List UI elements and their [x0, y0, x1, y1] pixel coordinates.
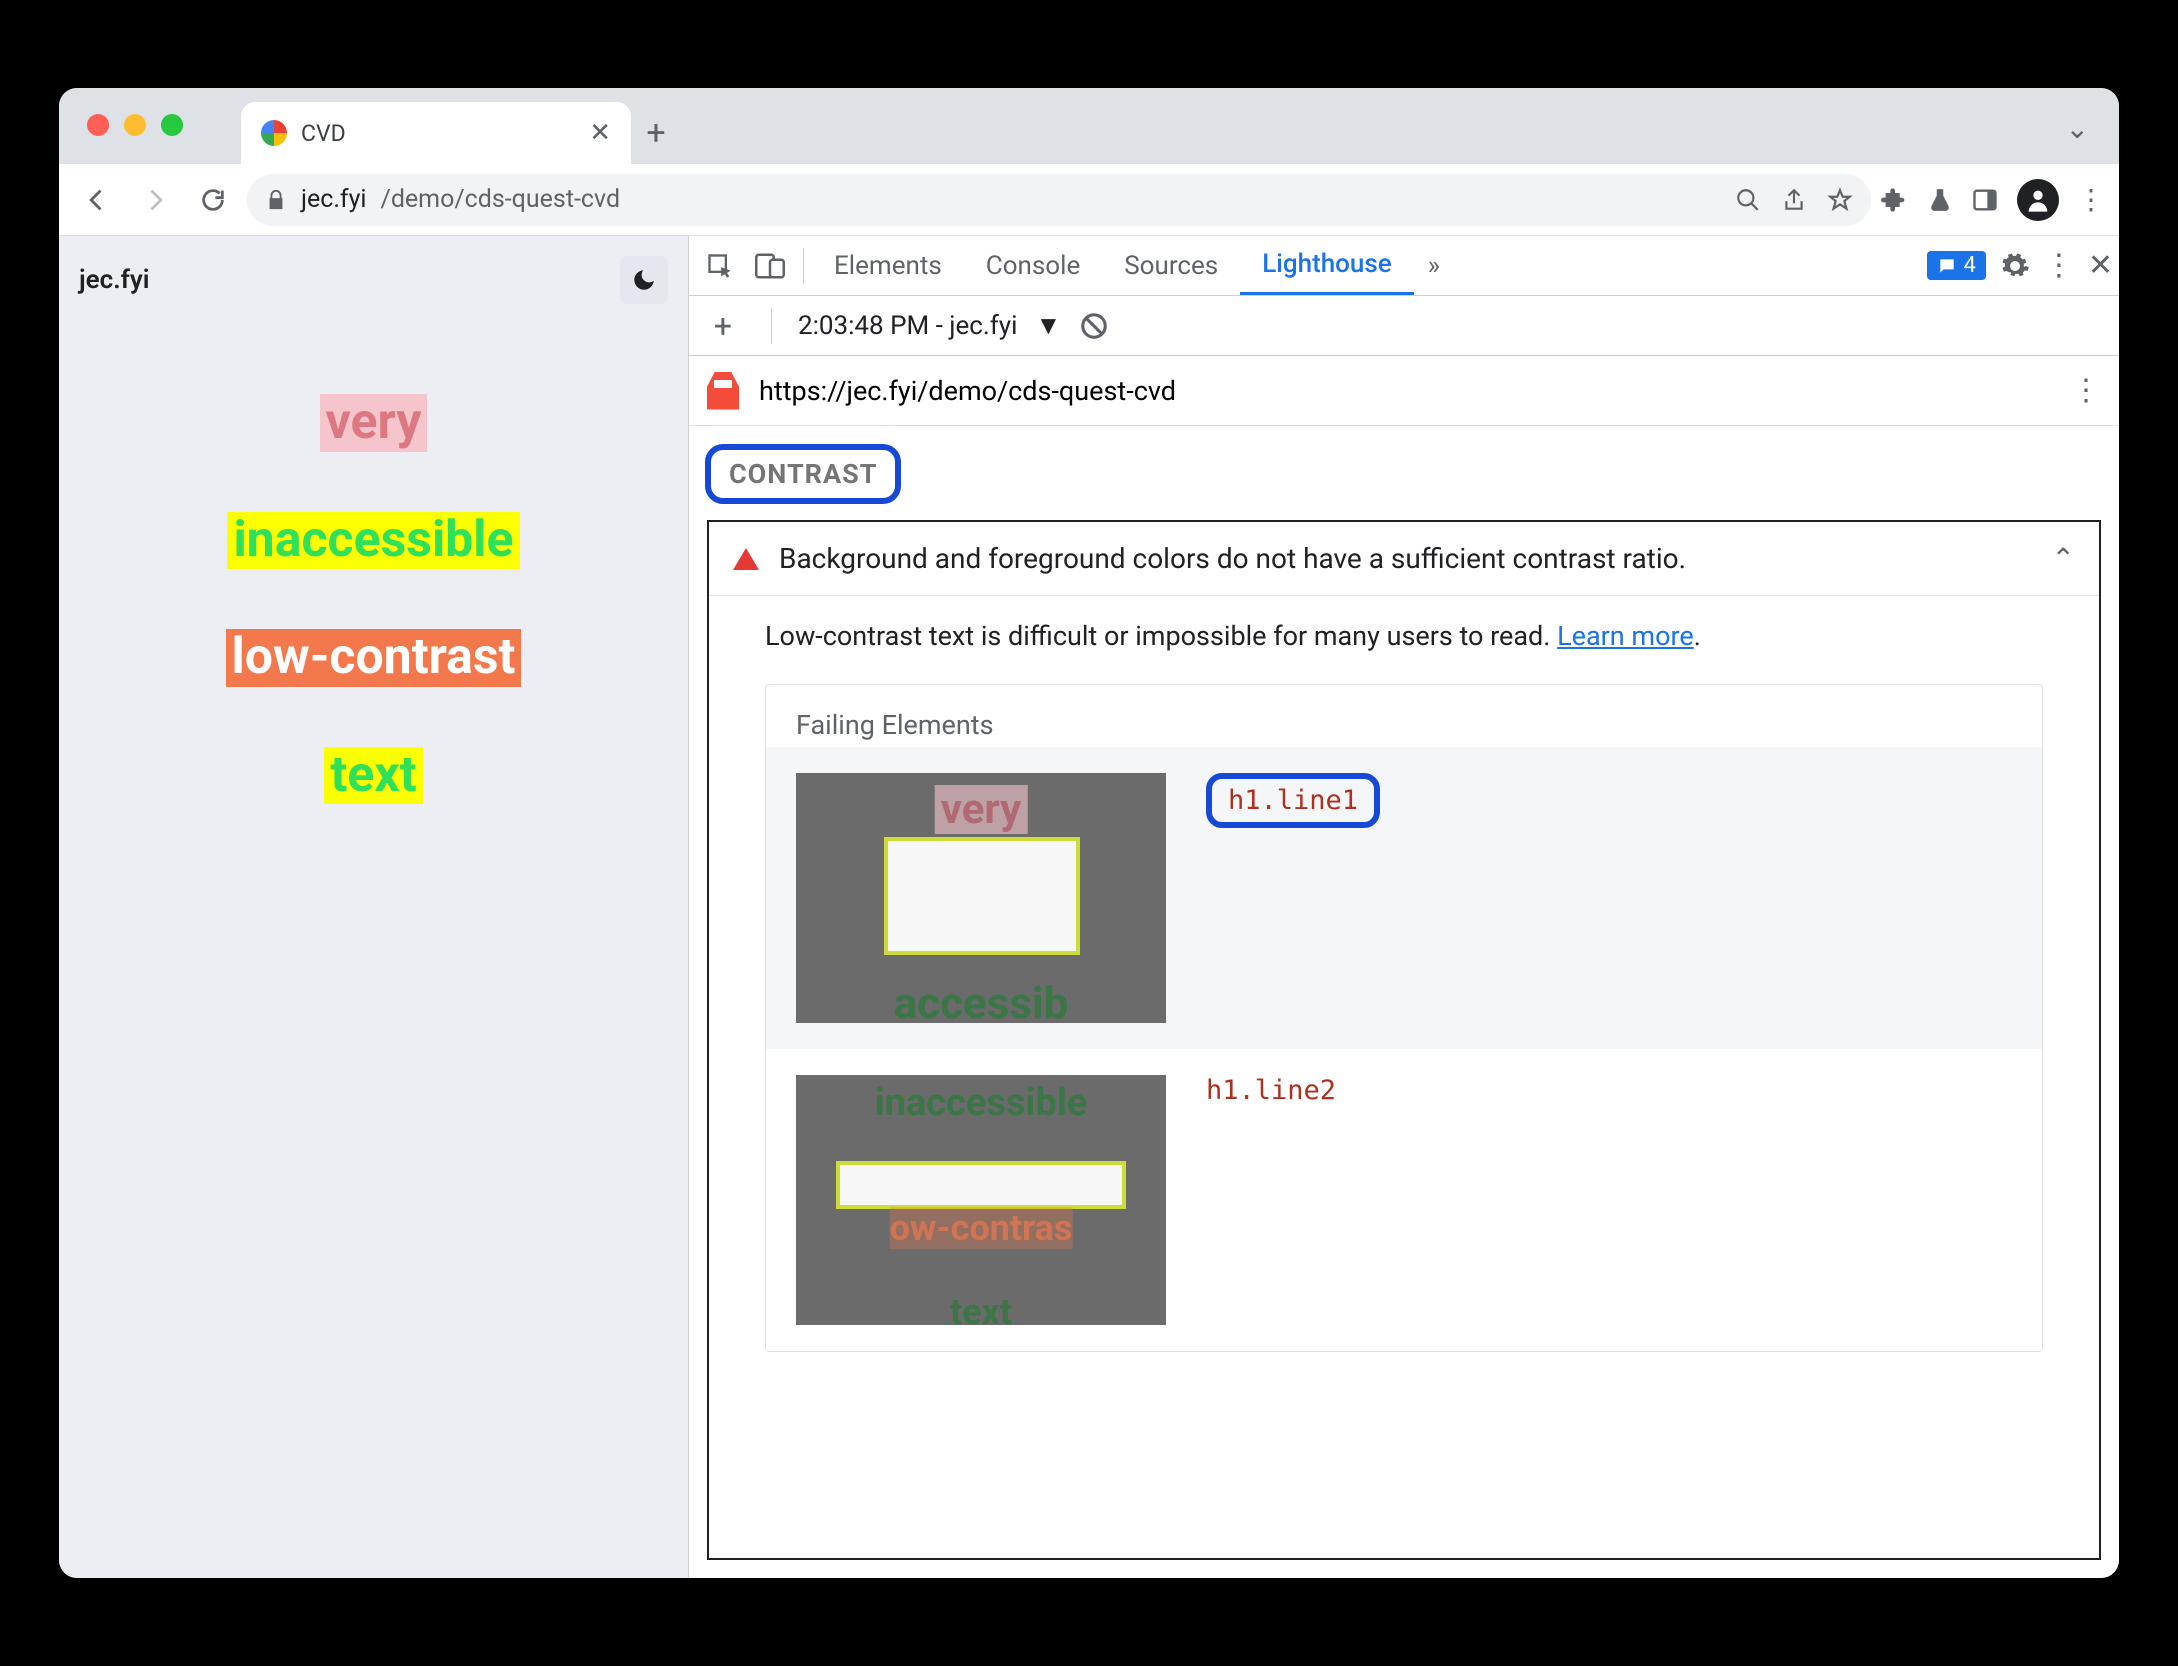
- failing-elements-panel: Failing Elements very accessib h1.line1 …: [765, 684, 2043, 1352]
- new-report-button[interactable]: +: [701, 307, 745, 345]
- profile-avatar[interactable]: [2017, 179, 2059, 221]
- toolbar: jec.fyi/demo/cds-quest-cvd ⋮: [59, 164, 2119, 236]
- audit-title: Background and foreground colors do not …: [779, 542, 1686, 575]
- lock-icon: [265, 189, 287, 211]
- rendered-page: jec.fyi very inaccessible low-contrast t…: [59, 236, 689, 1578]
- search-icon[interactable]: [1735, 187, 1761, 213]
- issues-badge[interactable]: 4: [1927, 251, 1985, 280]
- bookmark-star-icon[interactable]: [1827, 187, 1853, 213]
- inspect-element-icon[interactable]: [695, 241, 745, 291]
- extensions-icon[interactable]: [1881, 186, 1909, 214]
- report-menu-button[interactable]: ⋮: [2071, 373, 2101, 408]
- devtools-close-button[interactable]: ✕: [2088, 248, 2113, 283]
- demo-word-2: inaccessible: [227, 512, 519, 570]
- url-path: /demo/cds-quest-cvd: [381, 185, 621, 214]
- clear-icon[interactable]: [1079, 311, 1109, 341]
- section-contrast-label: CONTRAST: [705, 444, 901, 504]
- share-icon[interactable]: [1781, 187, 1807, 213]
- failing-elements-label: Failing Elements: [766, 685, 2042, 747]
- tab-sources[interactable]: Sources: [1102, 236, 1240, 295]
- devtools-panel: Elements Console Sources Lighthouse » 4 …: [689, 236, 2119, 1578]
- audit-desc-text: Low-contrast text is difficult or imposs…: [765, 620, 1557, 652]
- titlebar: CVD ✕ + ⌄: [59, 88, 2119, 164]
- tab-console[interactable]: Console: [964, 236, 1102, 295]
- omnibox-actions: [1735, 187, 1853, 213]
- browser-window: CVD ✕ + ⌄ jec.fyi/demo/cds-quest-cvd: [59, 88, 2119, 1578]
- warning-triangle-icon: [733, 548, 759, 570]
- url-host: jec.fyi: [301, 185, 367, 214]
- audit-header[interactable]: Background and foreground colors do not …: [709, 522, 2099, 596]
- audit-description: Low-contrast text is difficult or imposs…: [709, 596, 2099, 676]
- extension-area: ⋮: [1881, 179, 2105, 221]
- settings-gear-icon[interactable]: [2000, 251, 2030, 281]
- close-window-button[interactable]: [87, 114, 109, 136]
- period: .: [1694, 620, 1701, 652]
- element-thumbnail: inaccessible ow-contras text: [796, 1075, 1166, 1325]
- new-tab-button[interactable]: +: [631, 108, 681, 158]
- devtools-menu-button[interactable]: ⋮: [2044, 248, 2074, 283]
- learn-more-link[interactable]: Learn more: [1557, 620, 1694, 652]
- chevron-up-icon[interactable]: ⌃: [2052, 542, 2075, 575]
- failing-row[interactable]: inaccessible ow-contras text h1.line2: [766, 1049, 2042, 1351]
- tabs-more-button[interactable]: »: [1414, 236, 1454, 295]
- reload-button[interactable]: [189, 176, 237, 224]
- dropdown-icon[interactable]: ▼: [1035, 310, 1061, 341]
- issues-count: 4: [1963, 253, 1975, 278]
- theme-toggle-button[interactable]: [620, 256, 668, 304]
- audit-card: Background and foreground colors do not …: [707, 520, 2101, 1560]
- devtools-tabstrip: Elements Console Sources Lighthouse » 4 …: [689, 236, 2119, 296]
- device-toolbar-icon[interactable]: [745, 241, 795, 291]
- page-title: jec.fyi: [79, 265, 149, 295]
- labs-icon[interactable]: [1927, 185, 1953, 215]
- demo-words: very inaccessible low-contrast text: [226, 394, 522, 804]
- back-button[interactable]: [73, 176, 121, 224]
- lighthouse-icon: [707, 372, 739, 410]
- panel-icon[interactable]: [1971, 186, 1999, 214]
- chrome-menu-button[interactable]: ⋮: [2077, 183, 2105, 216]
- close-tab-button[interactable]: ✕: [589, 118, 611, 148]
- demo-word-4: text: [324, 747, 422, 805]
- tab-elements[interactable]: Elements: [812, 236, 964, 295]
- browser-tab[interactable]: CVD ✕: [241, 102, 631, 164]
- tab-lighthouse[interactable]: Lighthouse: [1240, 236, 1413, 295]
- lighthouse-toolbar: + 2:03:48 PM - jec.fyi ▼: [689, 296, 2119, 356]
- favicon-icon: [261, 120, 287, 146]
- tabs-overflow-button[interactable]: ⌄: [2066, 112, 2089, 145]
- maximize-window-button[interactable]: [161, 114, 183, 136]
- content-split: jec.fyi very inaccessible low-contrast t…: [59, 236, 2119, 1578]
- element-selector[interactable]: h1.line2: [1206, 1075, 1336, 1106]
- demo-word-3: low-contrast: [226, 629, 522, 687]
- window-controls: [87, 114, 183, 136]
- report-url-bar: https://jec.fyi/demo/cds-quest-cvd ⋮: [689, 356, 2119, 426]
- demo-word-1: very: [320, 394, 428, 452]
- report-select-label: 2:03:48 PM - jec.fyi: [798, 311, 1017, 341]
- tab-title: CVD: [301, 120, 575, 147]
- element-selector[interactable]: h1.line1: [1206, 773, 1380, 828]
- failing-row[interactable]: very accessib h1.line1: [766, 747, 2042, 1049]
- report-url: https://jec.fyi/demo/cds-quest-cvd: [759, 375, 1176, 407]
- element-thumbnail: very accessib: [796, 773, 1166, 1023]
- minimize-window-button[interactable]: [124, 114, 146, 136]
- address-bar[interactable]: jec.fyi/demo/cds-quest-cvd: [247, 174, 1871, 226]
- forward-button[interactable]: [131, 176, 179, 224]
